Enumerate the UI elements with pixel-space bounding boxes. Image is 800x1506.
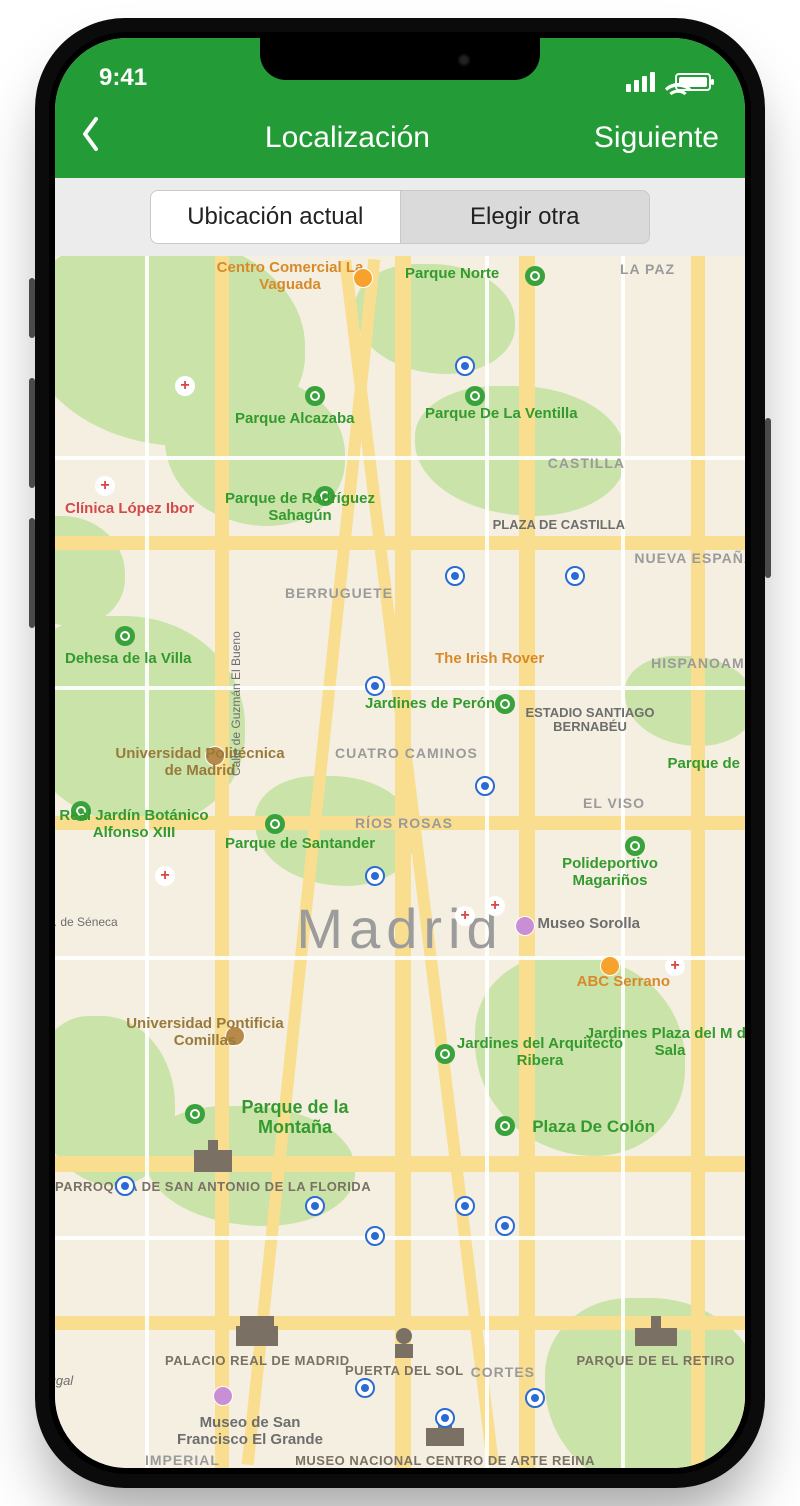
battery-icon: [675, 73, 711, 91]
hospital-icon: [95, 476, 115, 496]
next-button[interactable]: Siguiente: [594, 121, 719, 155]
metro-icon: [445, 566, 465, 586]
power-button: [765, 418, 771, 578]
street-label: C. de Séneca: [55, 916, 118, 929]
volume-down-button: [29, 518, 35, 628]
map-road: [485, 256, 489, 1468]
park-icon: [525, 266, 545, 286]
map-road: [395, 256, 411, 1468]
poi-label: Polideportivo Magariños: [525, 856, 695, 889]
park-icon: [625, 836, 645, 856]
park-icon: [495, 1116, 515, 1136]
location-mode-segmented: Ubicación actual Elegir otra: [150, 190, 650, 244]
museum-icon: [515, 916, 535, 936]
park-icon: [305, 386, 325, 406]
map-road: [55, 456, 745, 460]
district-label: LA PAZ: [620, 262, 675, 277]
metro-icon: [305, 1196, 325, 1216]
nav-bar: Localización Siguiente: [55, 98, 745, 178]
shopping-icon: [353, 268, 373, 288]
back-button[interactable]: [81, 117, 101, 159]
metro-icon: [355, 1378, 375, 1398]
mute-switch: [29, 278, 35, 338]
poi-label: Jardines de Perón: [365, 696, 495, 713]
map-road: [691, 256, 705, 1468]
status-right: [626, 72, 711, 92]
landmark-label: PARROQUIA DE SAN ANTONIO DE LA FLORIDA: [55, 1179, 371, 1194]
poi-label: Clínica López Ibor: [65, 501, 194, 518]
metro-icon: [455, 356, 475, 376]
page-title: Localización: [265, 121, 430, 155]
landmark-icon: PARQUE DE EL RETIRO: [576, 1310, 735, 1368]
park-icon: [115, 626, 135, 646]
park-icon: [315, 486, 335, 506]
status-time: 9:41: [99, 64, 147, 92]
map-greenery: [625, 656, 745, 746]
metro-icon: [115, 1176, 135, 1196]
district-label: EL VISO: [583, 796, 645, 811]
segmented-bar: Ubicación actual Elegir otra: [55, 178, 745, 256]
segment-choose-other[interactable]: Elegir otra: [400, 191, 650, 243]
landmark-icon: PALACIO REAL DE MADRID: [165, 1310, 350, 1368]
screen: 9:41 Localización Siguiente: [55, 38, 745, 1468]
map-road: [215, 256, 229, 1468]
park-icon: [465, 386, 485, 406]
metro-icon: [365, 676, 385, 696]
university-icon: [205, 746, 225, 766]
university-icon: [225, 1026, 245, 1046]
hospital-icon: [175, 376, 195, 396]
district-label: IMPERIAL: [145, 1453, 220, 1468]
map-greenery: [355, 264, 515, 374]
notch: [260, 38, 540, 80]
landmark-label: PALACIO REAL DE MADRID: [165, 1353, 350, 1368]
metro-icon: [365, 1226, 385, 1246]
park-icon: [265, 814, 285, 834]
map-road: [519, 256, 535, 1468]
metro-icon: [495, 1216, 515, 1236]
cellular-signal-icon: [626, 72, 655, 92]
map-view[interactable]: Madrid LA PAZ CASTILLA NUEVA ESPAÑA BERR…: [55, 256, 745, 1468]
shopping-icon: [600, 956, 620, 976]
metro-icon: [525, 1388, 545, 1408]
map-road: [55, 956, 745, 960]
map-road: [145, 256, 149, 1468]
park-icon: [185, 1104, 205, 1124]
hospital-icon: [455, 906, 475, 926]
landmark-label: MUSEO NACIONAL CENTRO DE ARTE REINA: [295, 1453, 595, 1468]
map-greenery: [55, 516, 125, 626]
segment-current-location[interactable]: Ubicación actual: [151, 191, 400, 243]
metro-icon: [475, 776, 495, 796]
park-icon: [495, 694, 515, 714]
hospital-icon: [155, 866, 175, 886]
museum-icon: [213, 1386, 233, 1406]
poi-label: Parque de B: [667, 756, 745, 773]
phone-bezel: 9:41 Localización Siguiente: [49, 32, 751, 1474]
hospital-icon: [485, 896, 505, 916]
metro-icon: [435, 1408, 455, 1428]
street-label: tugal: [55, 1374, 73, 1388]
park-icon: [71, 801, 91, 821]
district-label: NUEVA ESPAÑA: [634, 551, 745, 566]
landmark-icon: PUERTA DEL SOL: [345, 1320, 464, 1378]
landmark-label: PUERTA DEL SOL: [345, 1363, 464, 1378]
metro-icon: [455, 1196, 475, 1216]
hospital-icon: [665, 956, 685, 976]
landmark-label: PARQUE DE EL RETIRO: [576, 1353, 735, 1368]
map-road: [621, 256, 625, 1468]
poi-label: PLAZA DE CASTILLA: [493, 518, 625, 532]
phone-frame: 9:41 Localización Siguiente: [35, 18, 765, 1488]
map-road: [55, 686, 745, 690]
park-icon: [435, 1044, 455, 1064]
metro-icon: [565, 566, 585, 586]
metro-icon: [365, 866, 385, 886]
map-road: [55, 1236, 745, 1240]
volume-up-button: [29, 378, 35, 488]
landmark-icon: PARROQUIA DE SAN ANTONIO DE LA FLORIDA: [55, 1136, 371, 1194]
